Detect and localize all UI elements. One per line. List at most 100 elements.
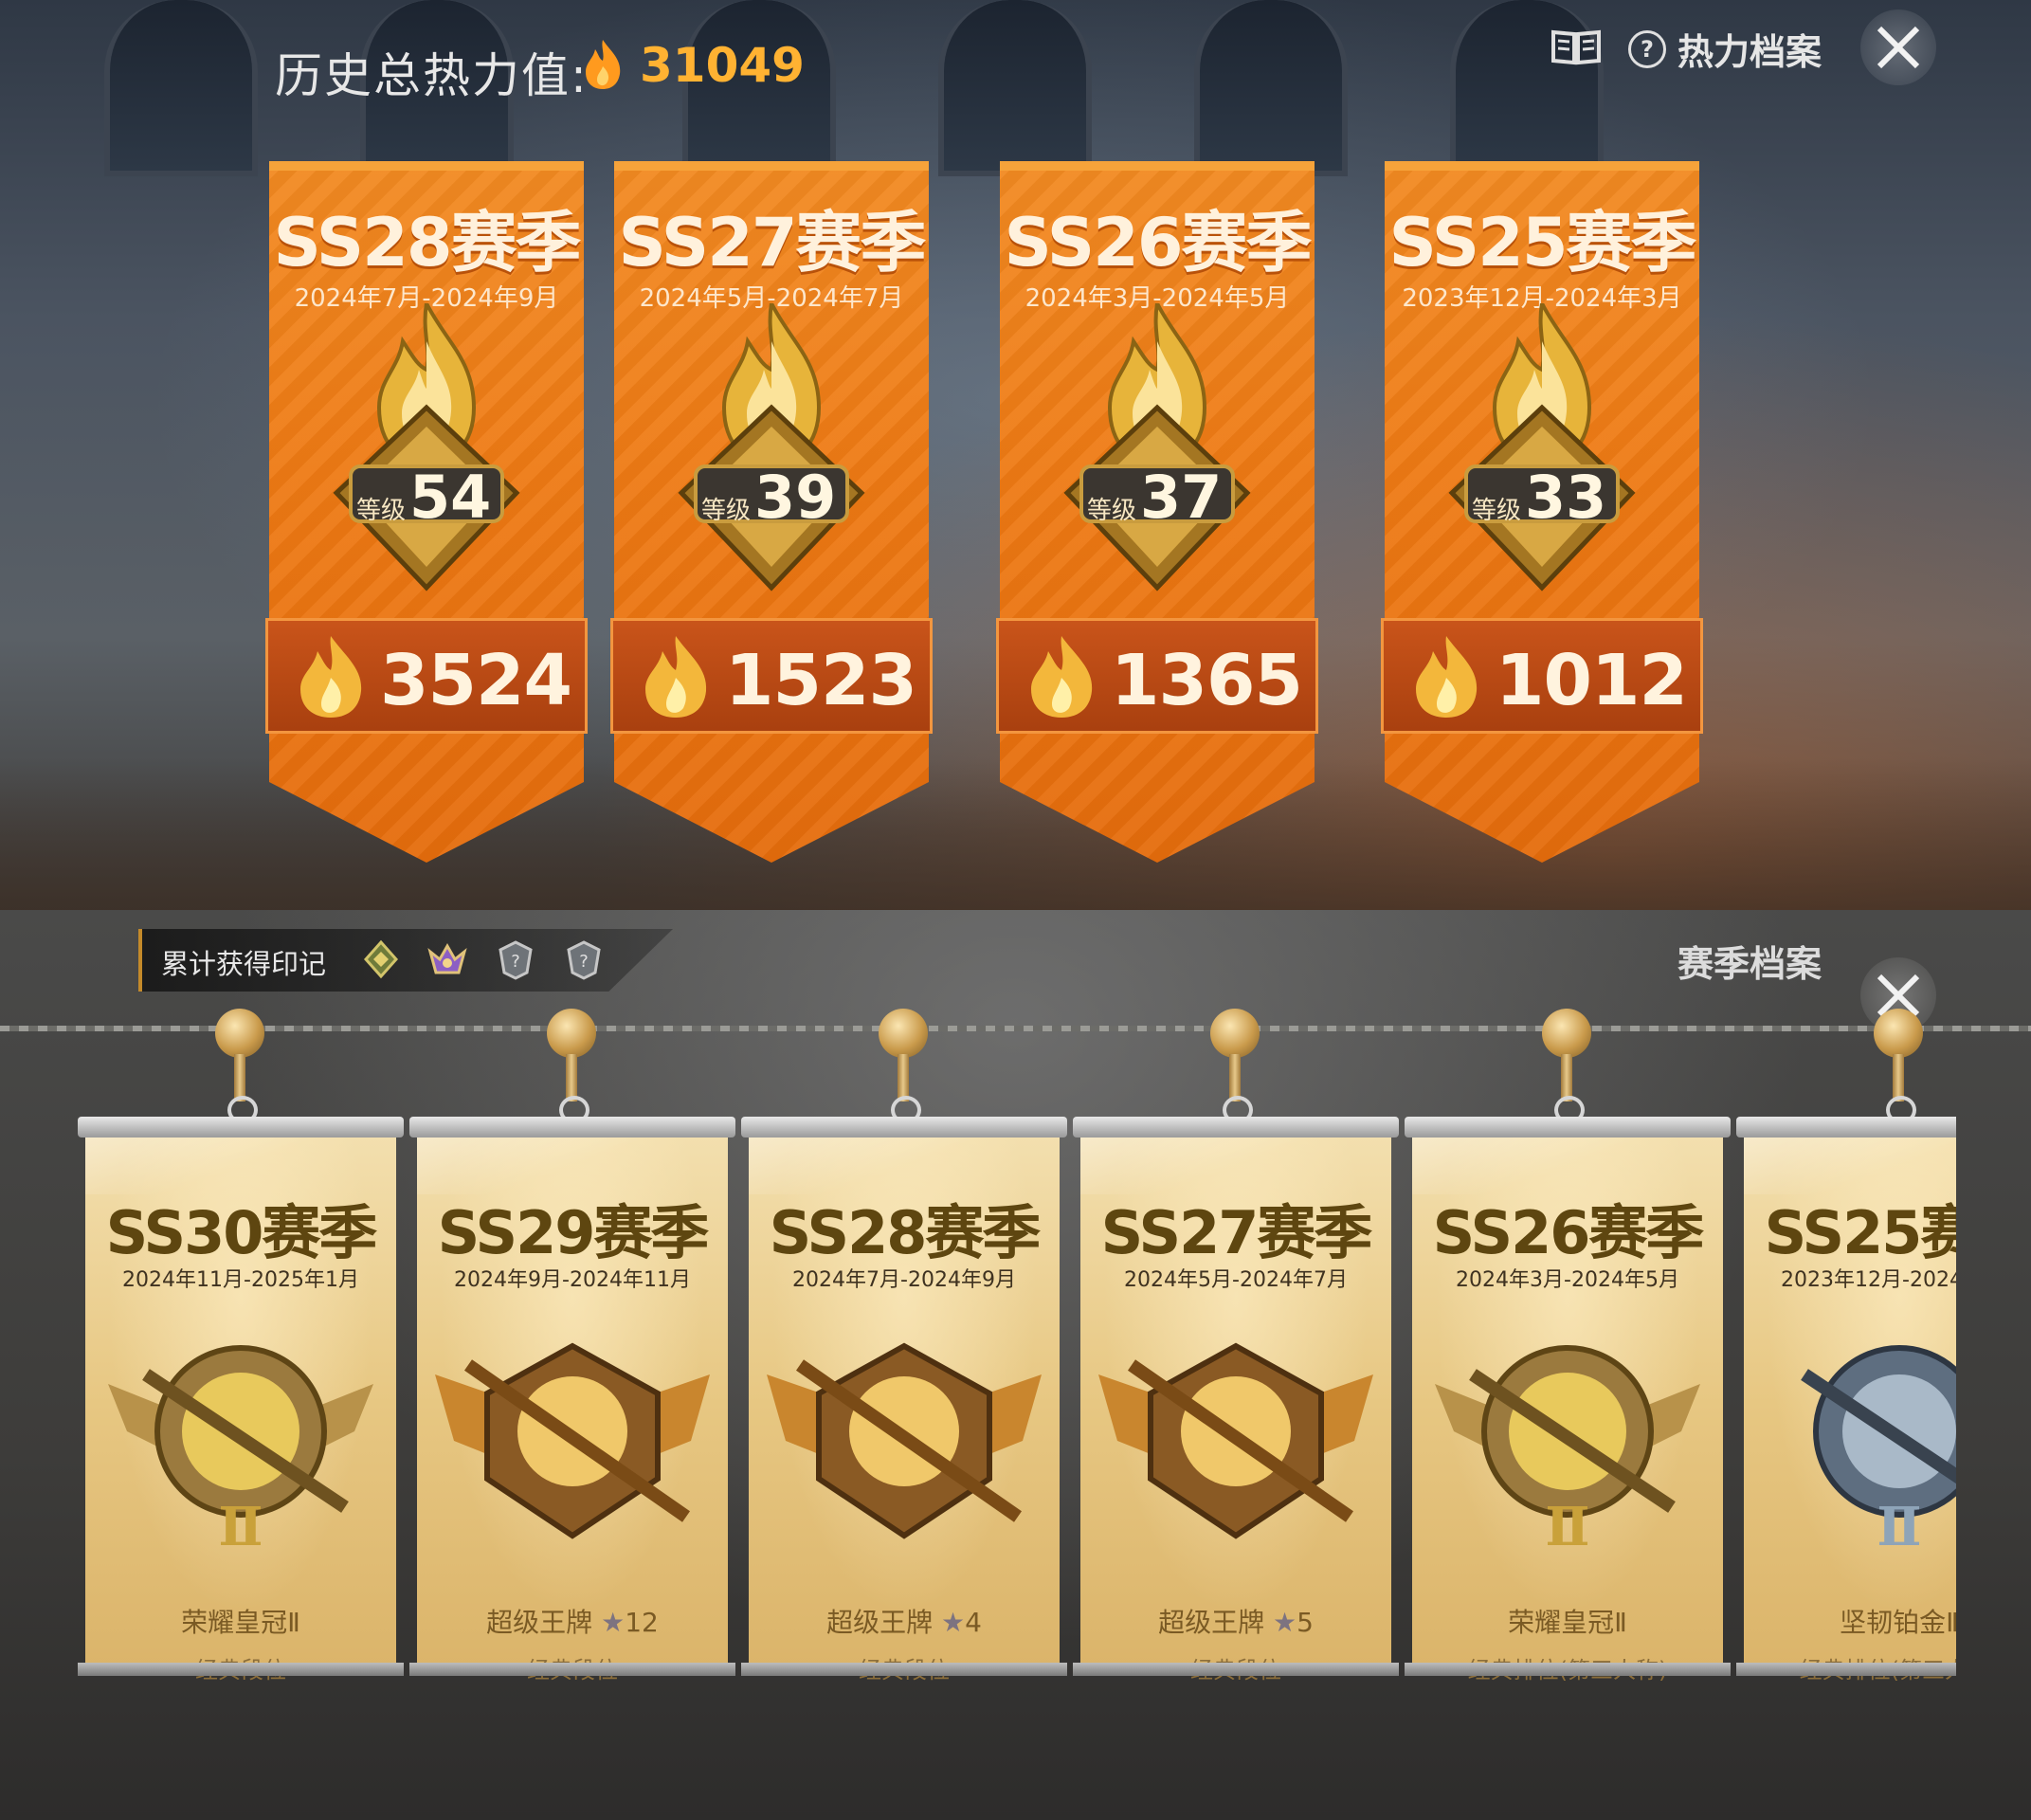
help-icon[interactable]: ?	[1628, 30, 1666, 68]
season-scroll-card[interactable]: SS28赛季 2024年7月-2024年9月 超级王牌 ★4 经典段位	[741, 1009, 1067, 1684]
star-icon: ★	[601, 1607, 626, 1638]
scroll-rod	[409, 1117, 735, 1138]
hook-icon	[1874, 1009, 1923, 1058]
season-title: SS27赛季	[1100, 1198, 1373, 1267]
heat-value: 1365	[1111, 640, 1303, 721]
heat-archive-panel: 历史总热力值: 31049 ? 热力档案 SS28赛季 2024年7月-2024…	[0, 0, 2031, 910]
season-title: SS30赛季	[105, 1198, 378, 1267]
hook-icon	[1210, 1009, 1260, 1058]
accumulated-marks-bar[interactable]: 累计获得印记 ? ?	[138, 929, 673, 992]
season-scroll-card[interactable]: SS29赛季 2024年9月-2024年11月 超级王牌 ★12 经典段位	[409, 1009, 735, 1684]
crown-mark-icon[interactable]	[426, 938, 468, 980]
rank-tier: 坚韧铂金Ⅱ	[1840, 1607, 1956, 1638]
flame-level-badge-icon	[1448, 303, 1636, 592]
hook-icon	[547, 1009, 596, 1058]
ace-rank-emblem-icon	[435, 1342, 710, 1539]
rank-tier: 超级王牌 ★5	[1158, 1607, 1314, 1638]
level-value: 37	[1140, 463, 1223, 532]
star-icon: ★	[1272, 1607, 1297, 1638]
background-arch	[1194, 0, 1348, 176]
card-top-strip	[614, 161, 929, 171]
season-scroll-card[interactable]: SS30赛季 2024年11月-2025年1月 Ⅱ 荣耀皇冠Ⅱ 经典段位	[78, 1009, 404, 1684]
scroll-paper: SS30赛季 2024年11月-2025年1月 Ⅱ 荣耀皇冠Ⅱ 经典段位	[85, 1138, 396, 1684]
rank-tier: 荣耀皇冠Ⅱ	[181, 1607, 300, 1638]
crown-rank-emblem-icon: Ⅱ	[108, 1345, 373, 1555]
level-label: 等级	[355, 497, 406, 525]
scroll-clip: SS25赛季 2023年12月-2024年3月 Ⅱ 坚韧铂金Ⅱ 经典排位(第三人…	[1736, 1009, 1956, 1682]
heat-season-card[interactable]: SS25赛季 2023年12月-2024年3月 等级 33 1012	[1381, 161, 1703, 863]
ace-rank-emblem-icon	[1098, 1342, 1373, 1539]
level-label: 等级	[1471, 497, 1521, 525]
level-label: 等级	[1086, 497, 1136, 525]
scroll-rod	[741, 1117, 1067, 1138]
card-top-strip	[1385, 161, 1699, 171]
rank-tier: 超级王牌 ★12	[486, 1607, 659, 1638]
card-top-strip	[1000, 161, 1315, 171]
svg-text:Ⅱ: Ⅱ	[218, 1496, 263, 1555]
scroll-rod	[1736, 1663, 1956, 1676]
svg-text:Ⅱ: Ⅱ	[1545, 1496, 1589, 1555]
flame-icon	[1031, 636, 1093, 718]
flame-icon	[645, 636, 707, 718]
season-dates: 2024年3月-2024年5月	[1456, 1268, 1679, 1292]
flame-icon	[1416, 636, 1478, 718]
flame-level-badge-icon	[678, 303, 865, 592]
close-button[interactable]	[1860, 9, 1936, 85]
season-title: SS28赛季	[273, 204, 581, 282]
background-arch	[938, 0, 1092, 176]
background-arch	[104, 0, 258, 176]
book-icon[interactable]	[1550, 27, 1602, 66]
scroll-rod	[1405, 1663, 1731, 1676]
flame-icon	[300, 636, 362, 718]
flame-level-badge-icon	[1063, 303, 1251, 592]
season-scroll-card[interactable]: SS26赛季 2024年3月-2024年5月 Ⅱ 荣耀皇冠Ⅱ 经典排位(第三人称…	[1405, 1009, 1731, 1684]
season-scroll-card[interactable]: SS25赛季 2023年12月-2024年3月 Ⅱ 坚韧铂金Ⅱ 经典排位(第三人…	[1736, 1009, 1956, 1682]
hook-icon	[1542, 1009, 1591, 1058]
scroll-rod	[78, 1117, 404, 1138]
scroll-rod	[1073, 1117, 1399, 1138]
heat-value-bar: 1523	[610, 618, 933, 734]
hook-icon	[215, 1009, 264, 1058]
ace-rank-emblem-icon	[767, 1342, 1042, 1539]
season-archive-title: 赛季档案	[1677, 943, 1822, 985]
level-value: 39	[754, 463, 837, 532]
scroll-rod	[1073, 1663, 1399, 1676]
scroll-paper: SS29赛季 2024年9月-2024年11月 超级王牌 ★12 经典段位	[417, 1138, 728, 1684]
heat-season-card[interactable]: SS28赛季 2024年7月-2024年9月 等级 54 3524	[265, 161, 588, 863]
locked-mark-icon[interactable]: ?	[563, 938, 605, 980]
season-title: SS28赛季	[769, 1198, 1042, 1267]
heat-season-card[interactable]: SS26赛季 2024年3月-2024年5月 等级 37 1365	[996, 161, 1318, 863]
heat-value: 1523	[725, 640, 917, 721]
rank-tier: 荣耀皇冠Ⅱ	[1508, 1607, 1627, 1638]
season-scroll-card[interactable]: SS27赛季 2024年5月-2024年7月 超级王牌 ★5 经典段位	[1073, 1009, 1399, 1684]
heat-value-bar: 3524	[265, 618, 588, 734]
scroll-paper: SS25赛季 2023年12月-2024年3月 Ⅱ 坚韧铂金Ⅱ 经典排位(第三人…	[1744, 1138, 1956, 1682]
scroll-paper: SS28赛季 2024年7月-2024年9月 超级王牌 ★4 经典段位	[749, 1138, 1060, 1684]
locked-mark-icon[interactable]: ?	[495, 938, 536, 980]
flame-level-badge-icon	[333, 303, 520, 592]
scroll-rod	[1405, 1117, 1731, 1138]
scroll-paper: SS26赛季 2024年3月-2024年5月 Ⅱ 荣耀皇冠Ⅱ 经典排位(第三人称…	[1412, 1138, 1723, 1684]
history-heat-label: 历史总热力值:	[275, 48, 589, 103]
heat-value-bar: 1012	[1381, 618, 1703, 734]
diamond-mark-icon[interactable]	[360, 938, 402, 980]
season-title: SS26赛季	[1004, 204, 1312, 282]
rank-stars: 4	[965, 1607, 982, 1638]
heat-archive-button[interactable]: 热力档案	[1677, 23, 1822, 75]
rank-tier: 超级王牌 ★4	[826, 1607, 982, 1638]
level-label: 等级	[700, 497, 751, 525]
heat-season-card[interactable]: SS27赛季 2024年5月-2024年7月 等级 39 1523	[610, 161, 933, 863]
season-title: SS25赛季	[1764, 1198, 1956, 1267]
scroll-rod	[78, 1663, 404, 1676]
scroll-rod	[741, 1663, 1067, 1676]
season-dates: 2024年7月-2024年9月	[792, 1268, 1016, 1292]
accumulated-marks-label: 累计获得印记	[161, 948, 327, 980]
heat-value-bar: 1365	[996, 618, 1318, 734]
svg-text:?: ?	[579, 952, 589, 972]
season-title: SS25赛季	[1388, 204, 1696, 282]
rank-stars: 12	[625, 1607, 659, 1638]
card-top-strip	[269, 161, 584, 171]
crown-rank-emblem-icon: Ⅱ	[1435, 1345, 1700, 1555]
season-title: SS29赛季	[437, 1198, 710, 1267]
svg-text:Ⅱ: Ⅱ	[1877, 1496, 1921, 1555]
